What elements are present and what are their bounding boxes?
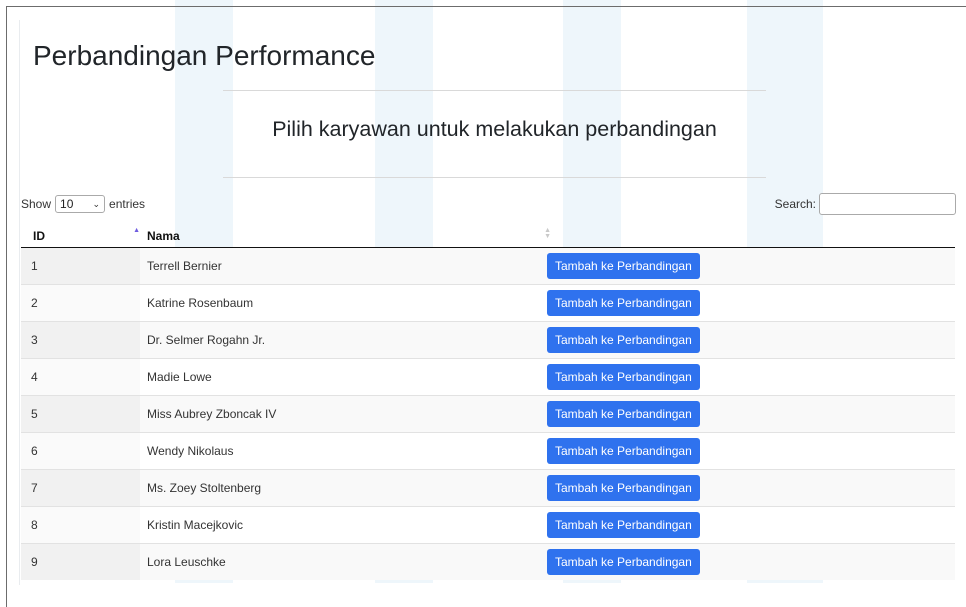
table-row: 4 Madie Lowe Tambah ke Perbandingan bbox=[21, 358, 955, 396]
cell-id: 2 bbox=[21, 284, 140, 322]
search-input[interactable] bbox=[819, 193, 956, 215]
entries-select[interactable]: 10 ⌄ bbox=[55, 195, 106, 213]
cell-nama: Katrine Rosenbaum bbox=[140, 284, 547, 322]
table-row: 8 Kristin Macejkovic Tambah ke Perbandin… bbox=[21, 506, 955, 544]
cell-nama: Ms. Zoey Stoltenberg bbox=[140, 469, 547, 507]
table-header-row: ID ▲ Nama ▲ ▼ bbox=[21, 224, 955, 248]
column-header-nama[interactable]: Nama ▲ ▼ bbox=[140, 224, 551, 248]
cell-nama: Madie Lowe bbox=[140, 358, 547, 396]
cell-id: 6 bbox=[21, 432, 140, 470]
cell-action: Tambah ke Perbandingan bbox=[547, 395, 955, 433]
add-to-comparison-button[interactable]: Tambah ke Perbandingan bbox=[547, 549, 700, 575]
search-control: Search: bbox=[775, 193, 956, 215]
table-row: 7 Ms. Zoey Stoltenberg Tambah ke Perband… bbox=[21, 469, 955, 507]
column-header-id[interactable]: ID ▲ bbox=[21, 224, 140, 248]
cell-nama: Wendy Nikolaus bbox=[140, 432, 547, 470]
add-to-comparison-button[interactable]: Tambah ke Perbandingan bbox=[547, 401, 700, 427]
add-to-comparison-button[interactable]: Tambah ke Perbandingan bbox=[547, 438, 700, 464]
page-title: Perbandingan Performance bbox=[33, 40, 376, 71]
employee-table: ID ▲ Nama ▲ ▼ 1 Terrell Bernier Tambah ke… bbox=[21, 224, 955, 580]
add-to-comparison-button[interactable]: Tambah ke Perbandingan bbox=[547, 364, 700, 390]
add-to-comparison-button[interactable]: Tambah ke Perbandingan bbox=[547, 327, 700, 353]
add-to-comparison-button[interactable]: Tambah ke Perbandingan bbox=[547, 512, 700, 538]
table-row: 5 Miss Aubrey Zboncak IV Tambah ke Perba… bbox=[21, 395, 955, 433]
add-to-comparison-button[interactable]: Tambah ke Perbandingan bbox=[547, 475, 700, 501]
cell-action: Tambah ke Perbandingan bbox=[547, 506, 955, 544]
cell-id: 9 bbox=[21, 543, 140, 580]
table-row: 2 Katrine Rosenbaum Tambah ke Perbanding… bbox=[21, 284, 955, 322]
cell-id: 5 bbox=[21, 395, 140, 433]
chevron-down-icon: ⌄ bbox=[92, 198, 101, 209]
search-label: Search: bbox=[774, 197, 816, 211]
table-row: 3 Dr. Selmer Rogahn Jr. Tambah ke Perban… bbox=[21, 321, 955, 359]
cell-action: Tambah ke Perbandingan bbox=[547, 432, 955, 470]
cell-id: 7 bbox=[21, 469, 140, 507]
cell-nama: Kristin Macejkovic bbox=[140, 506, 547, 544]
card-border bbox=[19, 20, 20, 585]
cell-action: Tambah ke Perbandingan bbox=[547, 543, 955, 580]
cell-action: Tambah ke Perbandingan bbox=[547, 284, 955, 322]
table-row: 1 Terrell Bernier Tambah ke Perbandingan bbox=[21, 247, 955, 285]
cell-nama: Terrell Bernier bbox=[140, 247, 547, 285]
cell-id: 4 bbox=[21, 358, 140, 396]
cell-nama: Dr. Selmer Rogahn Jr. bbox=[140, 321, 547, 359]
cell-id: 8 bbox=[21, 506, 140, 544]
table-row: 9 Lora Leuschke Tambah ke Perbandingan bbox=[21, 543, 955, 580]
column-header-action bbox=[547, 224, 955, 248]
add-to-comparison-button[interactable]: Tambah ke Perbandingan bbox=[547, 253, 700, 279]
cell-action: Tambah ke Perbandingan bbox=[547, 247, 955, 285]
cell-action: Tambah ke Perbandingan bbox=[547, 469, 955, 507]
entries-select-value: 10 bbox=[60, 197, 74, 211]
table-row: 6 Wendy Nikolaus Tambah ke Perbandingan bbox=[21, 432, 955, 470]
sort-asc-icon: ▲ bbox=[133, 227, 140, 234]
entries-label: entries bbox=[109, 197, 146, 211]
show-label: Show bbox=[21, 197, 52, 211]
entries-length-control: Show 10 ⌄ entries bbox=[21, 195, 145, 213]
divider-top bbox=[223, 90, 766, 91]
divider-bottom bbox=[223, 177, 766, 178]
cell-nama: Miss Aubrey Zboncak IV bbox=[140, 395, 547, 433]
cell-id: 3 bbox=[21, 321, 140, 359]
cell-nama: Lora Leuschke bbox=[140, 543, 547, 580]
cell-action: Tambah ke Perbandingan bbox=[547, 321, 955, 359]
page-subtitle: Pilih karyawan untuk melakukan perbandin… bbox=[272, 117, 717, 141]
cell-action: Tambah ke Perbandingan bbox=[547, 358, 955, 396]
cell-id: 1 bbox=[21, 247, 140, 285]
add-to-comparison-button[interactable]: Tambah ke Perbandingan bbox=[547, 290, 700, 316]
